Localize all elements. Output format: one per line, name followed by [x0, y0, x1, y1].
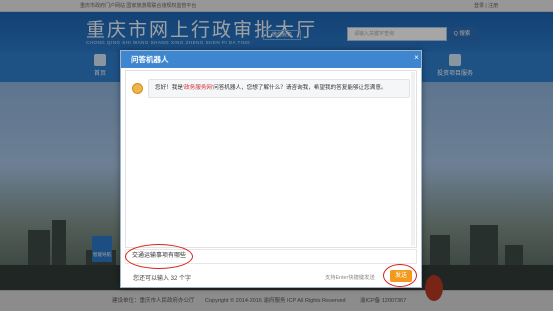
message-prefix: 您好！我是 [155, 85, 183, 91]
chatbot-dialog: 问答机器人 您好！我是'政务服务网'问答机器人，您想了解什么？请咨询我，希望我的… [120, 50, 422, 288]
enter-shortcut-hint: 支持Enter快捷键发送 [325, 275, 375, 281]
chat-history[interactable]: 您好！我是'政务服务网'问答机器人，您想了解什么？请咨询我，希望我的答复能够让您… [125, 70, 417, 248]
annotation-ellipse-input [125, 244, 193, 269]
dialog-title: 问答机器人 [121, 51, 421, 68]
chat-scrollbar[interactable] [411, 72, 415, 246]
message-highlight: '政务服务网' [182, 85, 214, 91]
robot-message: 您好！我是'政务服务网'问答机器人，您想了解什么？请咨询我，希望我的答复能够让您… [148, 79, 410, 98]
annotation-ellipse-send [383, 264, 417, 287]
robot-avatar-icon [132, 83, 143, 94]
remaining-chars-hint: 您还可以输入 32 个字 [133, 276, 192, 282]
message-suffix: 问答机器人，您想了解什么？请咨询我，希望我的答复能够让您满意。 [213, 85, 387, 91]
close-icon[interactable]: × [412, 53, 421, 62]
